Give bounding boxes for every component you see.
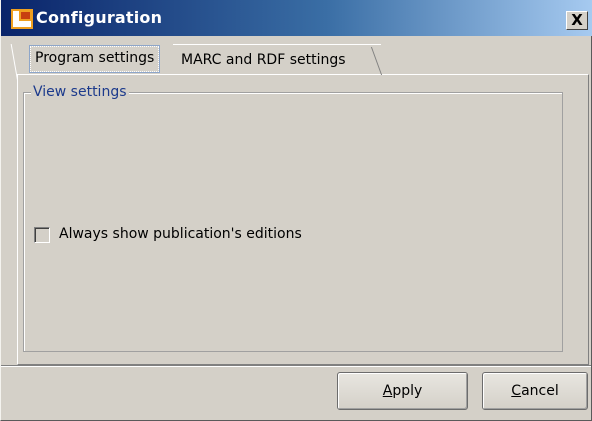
tab-program-settings[interactable]: Program settings [23,44,169,74]
close-icon: X [571,11,583,29]
always-show-editions-checkbox[interactable] [34,227,50,243]
tab-marc-rdf-settings[interactable]: MARC and RDF settings [173,44,381,74]
window-title: Configuration [36,8,163,27]
tab-program-settings-label: Program settings [28,45,161,73]
close-button[interactable]: X [566,11,588,30]
title-bar[interactable]: Configuration X [1,0,592,36]
footer-separator [1,365,591,367]
cancel-button-label: Cancel [511,383,559,399]
view-settings-group-label: View settings [31,84,129,100]
app-logo-icon [11,9,33,29]
apply-button-label: Apply [382,383,423,399]
apply-button[interactable]: Apply [337,372,468,410]
tab-marc-rdf-settings-label: MARC and RDF settings [181,52,346,68]
configuration-dialog: Configuration X Program settings MARC an… [0,0,592,421]
view-settings-group [23,92,563,352]
always-show-editions-label[interactable]: Always show publication's editions [59,226,302,242]
cancel-button[interactable]: Cancel [482,372,588,410]
